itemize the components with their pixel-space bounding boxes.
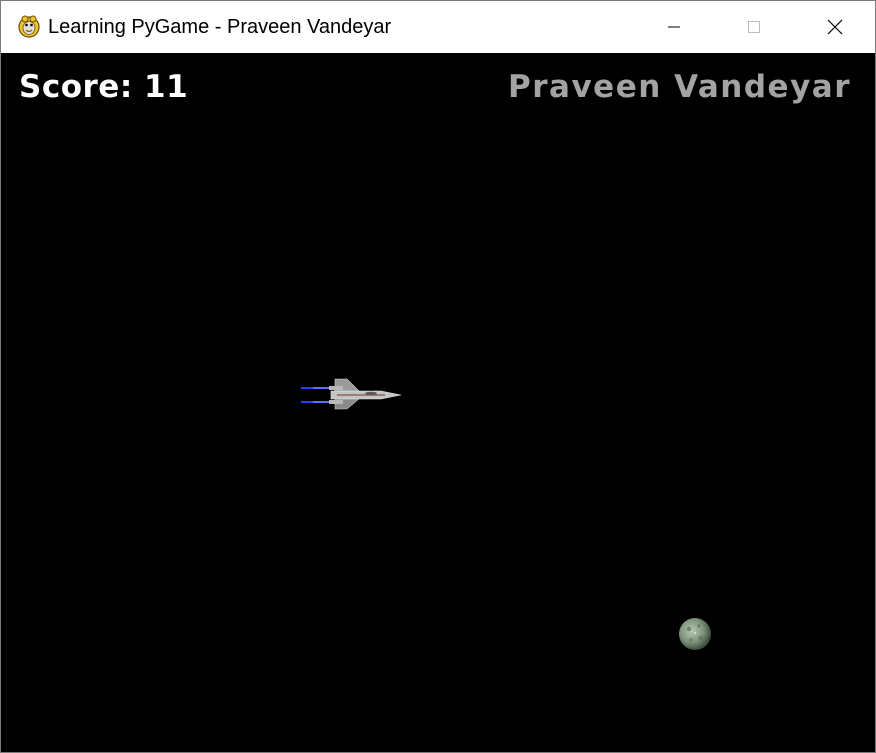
close-button[interactable] xyxy=(795,1,875,53)
asteroid-icon xyxy=(679,618,711,650)
close-icon xyxy=(827,19,843,35)
game-window: Learning PyGame - Praveen Vandeyar Score… xyxy=(0,0,876,753)
minimize-button[interactable] xyxy=(634,1,714,53)
author-label: Praveen Vandeyar xyxy=(508,69,851,105)
game-canvas[interactable]: Score: 11 Praveen Vandeyar xyxy=(1,53,875,752)
title-bar[interactable]: Learning PyGame - Praveen Vandeyar xyxy=(1,1,875,53)
maximize-icon xyxy=(748,21,760,33)
score-label: Score: 11 xyxy=(19,69,189,105)
jet-fighter-icon xyxy=(301,378,402,410)
pygame-snake-icon xyxy=(18,15,40,38)
minimize-icon xyxy=(668,26,680,28)
window-title: Learning PyGame - Praveen Vandeyar xyxy=(48,16,392,38)
maximize-button[interactable] xyxy=(714,1,794,53)
